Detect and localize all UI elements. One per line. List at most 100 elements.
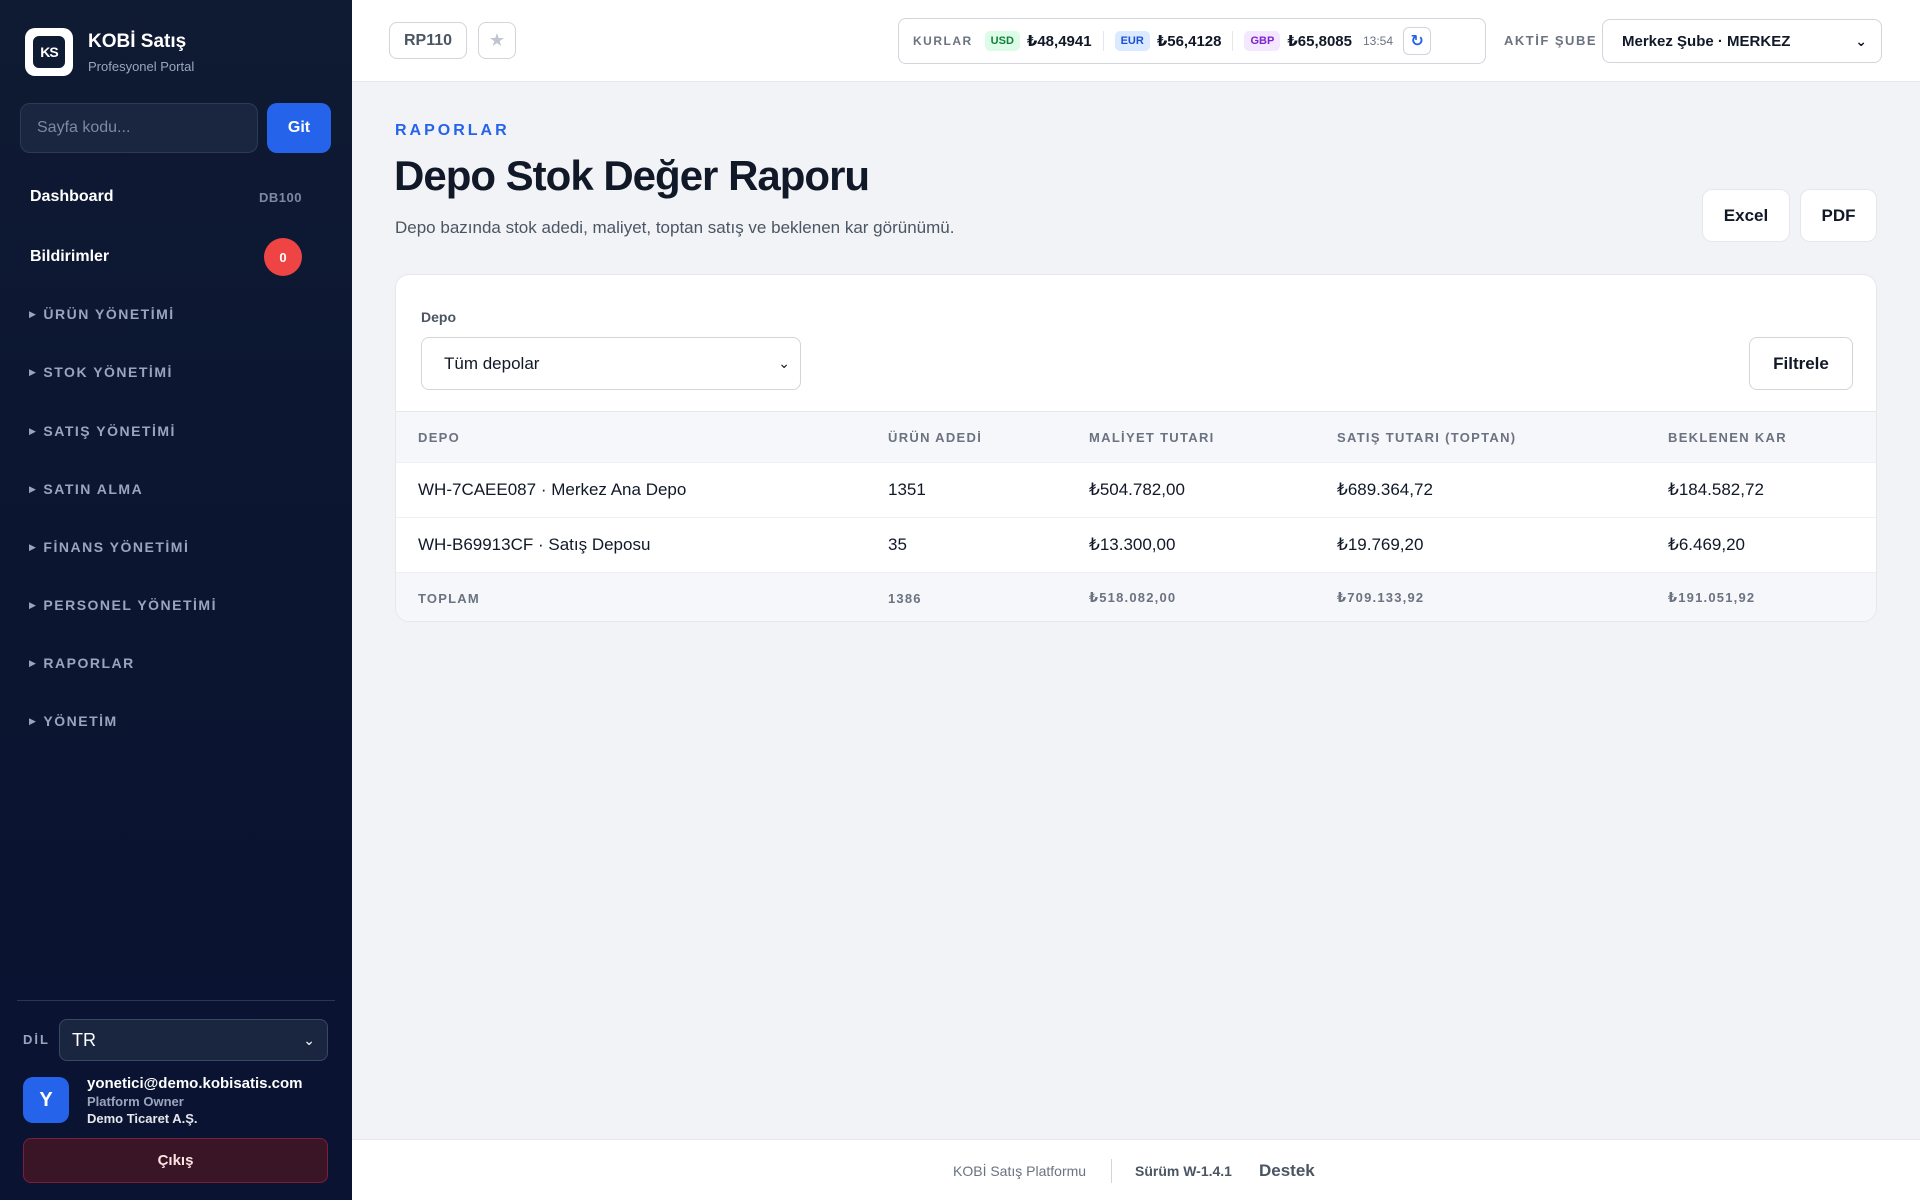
page-eyebrow: RAPORLAR bbox=[395, 122, 510, 139]
table-cell: TOPLAM bbox=[418, 590, 480, 606]
rate-usd: USD ₺48,4941 bbox=[984, 31, 1092, 51]
filter-button[interactable]: Filtrele bbox=[1749, 337, 1853, 390]
brand-subtitle: Profesyonel Portal bbox=[88, 58, 195, 74]
caret-right-icon: ▶ bbox=[29, 308, 38, 319]
star-icon: ★ bbox=[488, 30, 506, 50]
currency-tag: EUR bbox=[1114, 31, 1150, 51]
brand-title: KOBİ Satış bbox=[88, 30, 187, 52]
sidebar-group-label: PERSONEL YÖNETİMİ bbox=[43, 597, 217, 613]
table-cell: ₺19.769,20 bbox=[1337, 535, 1424, 554]
support-link[interactable]: Destek bbox=[1259, 1161, 1315, 1181]
logout-button[interactable]: Çıkış bbox=[23, 1138, 328, 1183]
rate-separator bbox=[1232, 31, 1234, 51]
table-cell: ₺184.582,72 bbox=[1668, 480, 1764, 499]
warehouse-stock-table: DEPO ÜRÜN ADEDİ MALİYET TUTARI SATIŞ TUT… bbox=[396, 411, 1876, 621]
column-header[interactable]: ÜRÜN ADEDİ bbox=[888, 430, 982, 445]
sidebar-group-stock-management[interactable]: ▶ STOK YÖNETİMİ bbox=[29, 364, 173, 380]
caret-right-icon: ▶ bbox=[29, 425, 38, 436]
sidebar-group-label: ÜRÜN YÖNETİMİ bbox=[43, 306, 175, 322]
table-cell: 1386 bbox=[888, 590, 922, 606]
rate-separator bbox=[1102, 31, 1104, 51]
sidebar-group-administration[interactable]: ▶ YÖNETİM bbox=[29, 713, 118, 729]
go-button[interactable]: Git bbox=[267, 103, 331, 153]
sidebar-item-code: DB100 bbox=[259, 189, 302, 205]
sidebar-divider bbox=[17, 1000, 335, 1001]
table-cell: WH-B69913CF · Satış Deposu bbox=[418, 535, 651, 554]
brand-logo: KS bbox=[25, 28, 73, 76]
user-email: yonetici@demo.kobisatis.com bbox=[87, 1075, 303, 1092]
warehouse-filter-value: Tüm depolar bbox=[444, 353, 540, 373]
table-row[interactable]: WH-7CAEE087 · Merkez Ana Depo 1351 ₺504.… bbox=[396, 463, 1876, 518]
sidebar-group-label: YÖNETİM bbox=[43, 713, 118, 729]
table-cell: ₺6.469,20 bbox=[1668, 535, 1745, 554]
sidebar-group-label: FİNANS YÖNETİMİ bbox=[43, 539, 190, 555]
chevron-down-icon: ⌄ bbox=[1855, 32, 1867, 49]
exchange-rates: KURLAR USD ₺48,4941 EUR ₺56,4128 GBP ₺65… bbox=[898, 18, 1486, 64]
user-company: Demo Ticaret A.Ş. bbox=[87, 1111, 198, 1126]
active-branch-value: Merkez Şube · MERKEZ bbox=[1622, 32, 1791, 50]
sidebar-group-label: SATIN ALMA bbox=[43, 481, 144, 497]
active-branch-select[interactable]: Merkez Şube · MERKEZ ⌄ bbox=[1602, 19, 1882, 63]
currency-value: ₺65,8085 bbox=[1287, 33, 1352, 50]
table-cell: ₺518.082,00 bbox=[1089, 590, 1177, 605]
topbar: RP110 ★ KURLAR USD ₺48,4941 EUR ₺56,4128… bbox=[352, 0, 1920, 82]
currency-value: ₺56,4128 bbox=[1156, 33, 1222, 50]
caret-right-icon: ▶ bbox=[29, 599, 38, 610]
currency-tag: USD bbox=[984, 31, 1020, 51]
column-header[interactable]: DEPO bbox=[418, 430, 460, 445]
caret-right-icon: ▶ bbox=[29, 657, 38, 668]
sidebar-group-finance-management[interactable]: ▶ FİNANS YÖNETİMİ bbox=[29, 539, 189, 555]
user-role: Platform Owner bbox=[87, 1094, 184, 1109]
table-row[interactable]: WH-B69913CF · Satış Deposu 35 ₺13.300,00… bbox=[396, 518, 1876, 573]
rate-eur: EUR ₺56,4128 bbox=[1114, 31, 1222, 51]
caret-right-icon: ▶ bbox=[29, 366, 38, 377]
language-value: TR bbox=[72, 1029, 96, 1050]
refresh-rates-button[interactable]: ↻ bbox=[1403, 27, 1432, 55]
language-label: DİL bbox=[23, 1032, 50, 1047]
page-description: Depo bazında stok adedi, maliyet, toptan… bbox=[395, 218, 955, 237]
favorite-button[interactable]: ★ bbox=[478, 22, 516, 59]
column-header[interactable]: BEKLENEN KAR bbox=[1668, 430, 1787, 445]
export-excel-button[interactable]: Excel bbox=[1702, 189, 1790, 242]
sidebar-group-label: SATIŞ YÖNETİMİ bbox=[43, 423, 176, 439]
sidebar: KS KOBİ Satış Profesyonel Portal Git Das… bbox=[0, 0, 352, 1200]
warehouse-filter-select[interactable]: Tüm depolar ⌄ bbox=[421, 337, 801, 390]
sidebar-item-label: Dashboard bbox=[30, 188, 114, 205]
sidebar-group-purchasing[interactable]: ▶ SATIN ALMA bbox=[29, 481, 143, 497]
sidebar-group-personnel-management[interactable]: ▶ PERSONEL YÖNETİMİ bbox=[29, 597, 217, 613]
avatar: Y bbox=[23, 1077, 69, 1123]
sidebar-group-reports[interactable]: ▶ RAPORLAR bbox=[29, 655, 135, 671]
export-pdf-button[interactable]: PDF bbox=[1800, 189, 1877, 242]
sidebar-group-sales-management[interactable]: ▶ SATIŞ YÖNETİMİ bbox=[29, 423, 176, 439]
user-info: yonetici@demo.kobisatis.com Platform Own… bbox=[87, 1075, 303, 1126]
column-header[interactable]: SATIŞ TUTARI (TOPTAN) bbox=[1337, 430, 1516, 445]
rate-gbp: GBP ₺65,8085 bbox=[1244, 31, 1352, 51]
warehouse-filter-label: Depo bbox=[421, 309, 456, 325]
table-cell: ₺191.051,92 bbox=[1668, 590, 1756, 605]
chevron-down-icon: ⌄ bbox=[778, 355, 790, 371]
sidebar-item-label: Bildirimler bbox=[30, 248, 110, 265]
sidebar-group-product-management[interactable]: ▶ ÜRÜN YÖNETİMİ bbox=[29, 306, 175, 322]
chevron-down-icon: ⌄ bbox=[303, 1031, 315, 1048]
sidebar-item-dashboard[interactable]: Dashboard DB100 bbox=[30, 188, 302, 206]
column-header[interactable]: MALİYET TUTARI bbox=[1089, 430, 1215, 445]
page-title: Depo Stok Değer Raporu bbox=[394, 152, 870, 199]
brand[interactable]: KS KOBİ Satış Profesyonel Portal bbox=[25, 28, 194, 76]
table-total-row: TOPLAM 1386 ₺518.082,00 ₺709.133,92 ₺191… bbox=[396, 573, 1876, 621]
caret-right-icon: ▶ bbox=[29, 715, 38, 726]
rates-title: KURLAR bbox=[913, 34, 973, 48]
rates-time: 13:54 bbox=[1363, 34, 1394, 48]
sidebar-item-notifications[interactable]: Bildirimler 0 bbox=[30, 238, 302, 276]
page-code-input[interactable] bbox=[20, 103, 258, 153]
footer-version: Sürüm W-1.4.1 bbox=[1135, 1163, 1232, 1179]
sidebar-group-label: RAPORLAR bbox=[43, 655, 135, 671]
language-select[interactable]: TR ⌄ bbox=[59, 1019, 328, 1061]
table-cell: ₺709.133,92 bbox=[1337, 590, 1425, 605]
report-card: Depo Tüm depolar ⌄ Filtrele DEPO ÜRÜN AD… bbox=[395, 274, 1877, 622]
caret-right-icon: ▶ bbox=[29, 483, 38, 494]
table-cell: 35 bbox=[888, 535, 907, 554]
table-cell: ₺13.300,00 bbox=[1089, 535, 1176, 554]
table-header-row: DEPO ÜRÜN ADEDİ MALİYET TUTARI SATIŞ TUT… bbox=[396, 411, 1876, 463]
table-cell: ₺504.782,00 bbox=[1089, 480, 1185, 499]
currency-tag: GBP bbox=[1244, 31, 1281, 51]
